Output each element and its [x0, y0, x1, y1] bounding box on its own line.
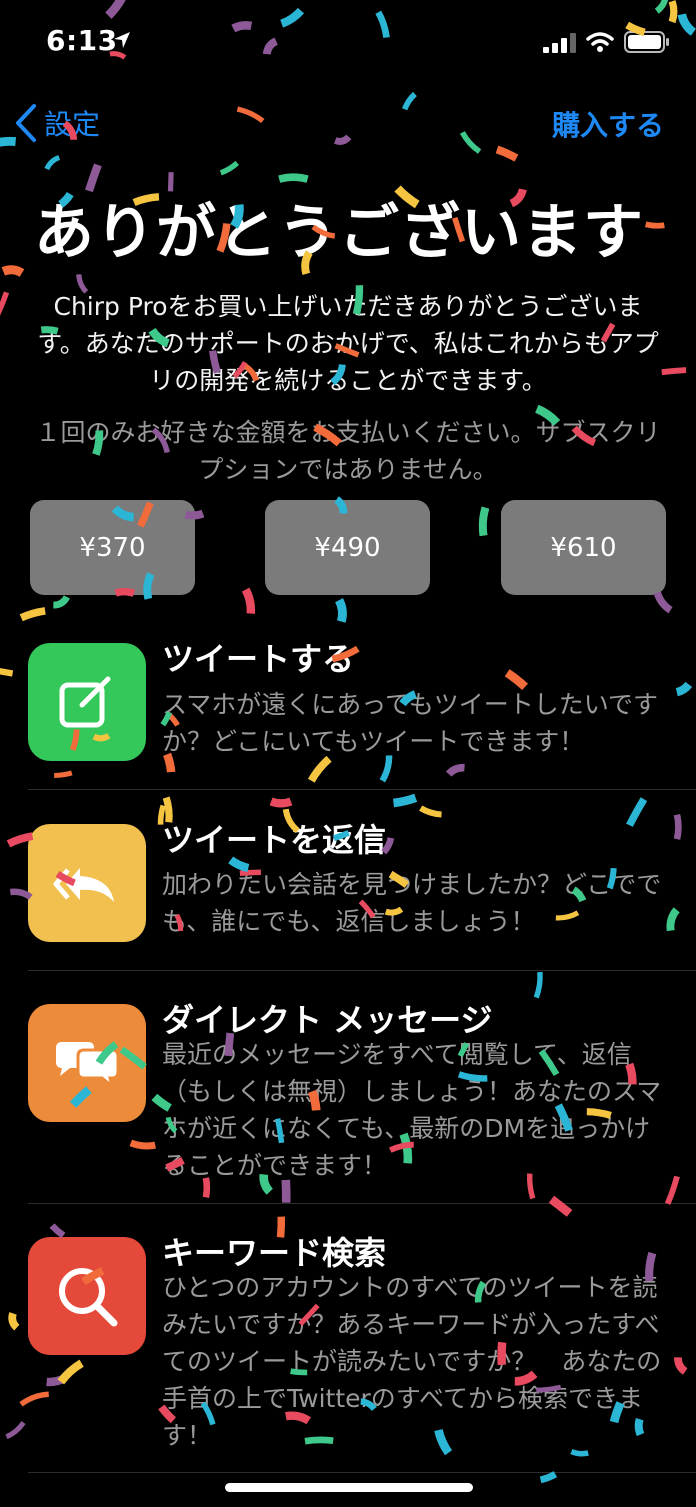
- wifi-icon: [586, 32, 614, 52]
- battery-icon: [624, 31, 669, 53]
- feature-description: スマホが遠くにあってもツイートしたいですか？どこにいてもツイートできます！: [162, 690, 659, 756]
- confetti-piece: [664, 1175, 680, 1205]
- confetti-piece: [653, 591, 673, 614]
- confetti-piece: [0, 291, 10, 316]
- feature-description: 加わりたい会話を見つけましたか？どこででも、誰にでも、返信しましょう！: [162, 870, 662, 936]
- buy-button[interactable]: 購入する: [552, 104, 664, 144]
- confetti-piece: [539, 1471, 558, 1484]
- price-button-610[interactable]: ¥610: [501, 500, 666, 595]
- confetti-piece: [419, 805, 442, 818]
- payment-note: １回のみお好きな金額をお支払いください。サブスクリプションではありません。: [35, 418, 661, 484]
- status-bar: 6:13: [0, 0, 696, 88]
- price-button-490[interactable]: ¥490: [265, 500, 430, 595]
- confetti-piece: [0, 665, 14, 677]
- page-title: ありがとうございます: [34, 198, 644, 268]
- back-button-label: 設定: [44, 108, 101, 141]
- confetti-piece: [57, 1359, 84, 1385]
- divider: [28, 970, 696, 971]
- confetti-piece: [5, 1421, 26, 1440]
- feature-title: ツイートする: [162, 640, 355, 678]
- intro-text: Chirp Proをお買い上げいただきありがとうございます。あなたのサポートのお…: [37, 292, 659, 395]
- confetti-piece: [445, 763, 465, 777]
- confetti-piece: [54, 770, 73, 778]
- confetti-piece: [533, 971, 543, 999]
- confetti-piece: [644, 221, 665, 229]
- confetti-piece: [19, 607, 46, 622]
- confetti-piece: [673, 813, 682, 840]
- divider: [28, 1203, 696, 1204]
- compose-icon: [28, 643, 146, 761]
- confetti-piece: [666, 907, 680, 932]
- confetti-piece: [495, 145, 519, 162]
- confetti-piece: [626, 797, 648, 827]
- confetti-piece: [401, 91, 417, 111]
- feature-title: キーワード検索: [162, 1234, 387, 1272]
- confetti-piece: [392, 793, 418, 808]
- confetti-piece: [674, 1357, 688, 1375]
- confetti-piece: [19, 1391, 49, 1407]
- back-button[interactable]: 設定: [14, 100, 100, 146]
- feature-title: ツイートを返信: [162, 821, 387, 859]
- confetti-piece: [44, 154, 61, 171]
- feature-description: 最近のメッセージをすべて閲覧して、返信（もしくは無視）しましょう！あなたのスマホ…: [162, 1040, 662, 1180]
- confetti-piece: [46, 1374, 67, 1387]
- confetti-piece: [49, 1223, 66, 1239]
- confetti-piece: [459, 131, 482, 154]
- chevron-left-icon: [16, 104, 36, 142]
- divider: [28, 1472, 696, 1473]
- confetti-piece: [661, 367, 687, 376]
- feature-title: ダイレクト メッセージ: [162, 1001, 493, 1039]
- confetti-piece: [8, 1312, 20, 1331]
- location-arrow-icon: [114, 32, 130, 48]
- home-indicator: [225, 1483, 473, 1492]
- status-time: 6:13: [46, 24, 118, 57]
- confetti-piece: [1, 265, 25, 277]
- price-button-370[interactable]: ¥370: [30, 500, 195, 595]
- confetti-piece: [307, 755, 332, 783]
- confetti-piece: [548, 1195, 573, 1217]
- cellular-signal-icon: [543, 33, 576, 53]
- confetti-piece: [675, 681, 693, 697]
- confetti-piece: [334, 134, 352, 145]
- confetti-piece: [278, 173, 309, 183]
- confetti-piece: [504, 669, 529, 691]
- confetti-piece: [269, 797, 293, 808]
- feature-description: ひとつのアカウントのすべてのツイートを読みたいですか？あるキーワードが入ったすべ…: [162, 1273, 662, 1450]
- confetti-piece: [53, 595, 70, 609]
- confetti-piece: [129, 1139, 156, 1150]
- confetti-piece: [478, 506, 490, 537]
- confetti-piece: [241, 587, 256, 614]
- confetti-piece: [236, 106, 265, 124]
- reply-all-icon: [28, 824, 146, 942]
- chat-bubbles-icon: [28, 1004, 146, 1122]
- confetti-piece: [219, 160, 240, 176]
- divider: [28, 789, 696, 790]
- confetti-piece: [335, 598, 347, 623]
- magnifier-icon: [28, 1237, 146, 1355]
